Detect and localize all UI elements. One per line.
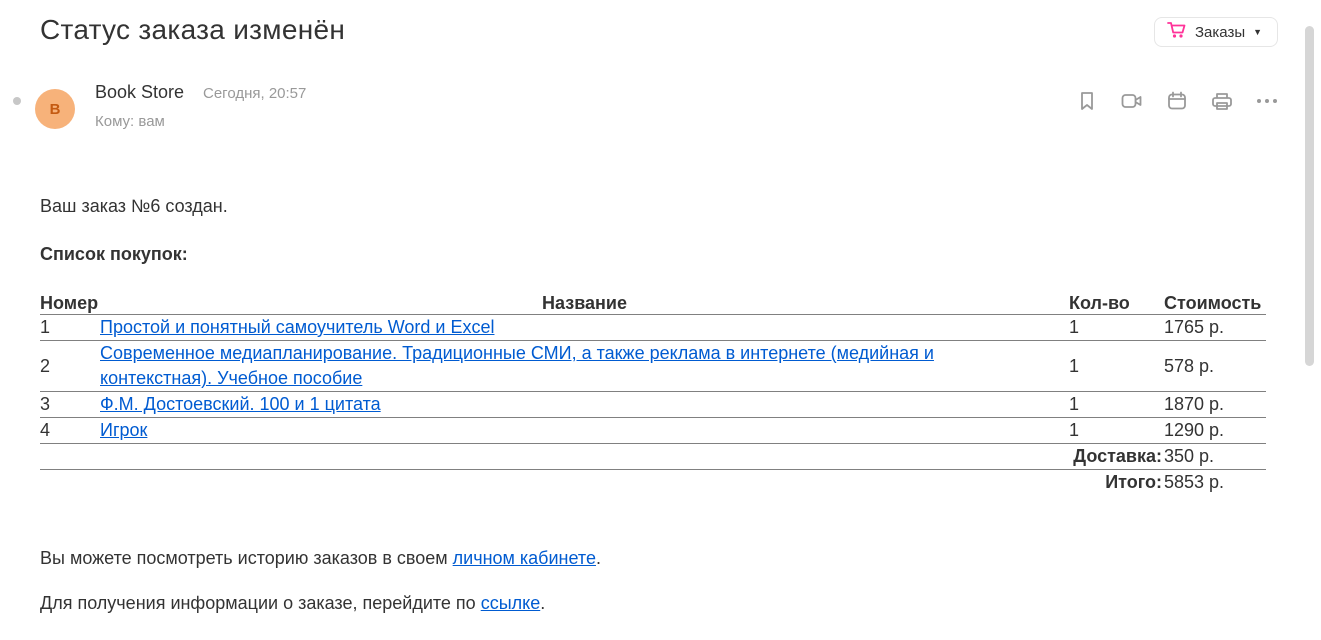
delivery-value: 350 р. bbox=[1164, 443, 1266, 470]
order-info-text: Для получения информации о заказе, перей… bbox=[40, 590, 1266, 616]
message-body: Ваш заказ №6 создан. Список покупок: Ном… bbox=[40, 193, 1266, 616]
order-created-text: Ваш заказ №6 создан. bbox=[40, 196, 228, 216]
sender-name[interactable]: Book Store bbox=[95, 82, 184, 103]
table-row: 1 Простой и понятный самоучитель Word и … bbox=[40, 314, 1266, 341]
unread-indicator[interactable] bbox=[13, 97, 21, 105]
bookmark-icon[interactable] bbox=[1076, 89, 1098, 113]
row-qty: 1 bbox=[1069, 340, 1164, 392]
row-number: 3 bbox=[40, 391, 100, 418]
history-text: Вы можете посмотреть историю заказов в с… bbox=[40, 548, 453, 568]
account-link[interactable]: личном кабинете bbox=[453, 548, 596, 568]
cart-icon bbox=[1167, 21, 1187, 44]
product-link[interactable]: Современное медиапланирование. Традицион… bbox=[100, 343, 934, 388]
row-number: 4 bbox=[40, 417, 100, 444]
header-number: Номер bbox=[40, 289, 100, 315]
folder-badge[interactable]: Заказы ▼ bbox=[1154, 17, 1278, 47]
video-call-icon[interactable] bbox=[1121, 89, 1143, 113]
row-number: 1 bbox=[40, 314, 100, 341]
total-value: 5853 р. bbox=[1164, 472, 1225, 492]
folder-label: Заказы bbox=[1195, 23, 1246, 41]
avatar: B bbox=[35, 89, 75, 129]
header-qty: Кол-во bbox=[1069, 289, 1164, 315]
chevron-down-icon: ▼ bbox=[1253, 27, 1263, 37]
product-link[interactable]: Ф.М. Достоевский. 100 и 1 цитата bbox=[100, 394, 381, 414]
row-cost: 1765 р. bbox=[1164, 314, 1266, 341]
row-cost: 1290 р. bbox=[1164, 417, 1266, 444]
recipient-line: Кому: вам bbox=[95, 113, 165, 130]
calendar-icon[interactable] bbox=[1166, 89, 1188, 113]
order-history-text: Вы можете посмотреть историю заказов в с… bbox=[40, 545, 1266, 571]
order-info-link[interactable]: ссылке bbox=[481, 593, 541, 613]
table-row: 2 Современное медиапланирование. Традици… bbox=[40, 340, 1266, 392]
total-row: Итого: 5853 р. bbox=[40, 470, 1266, 496]
delivery-label: Доставка: bbox=[1069, 443, 1164, 470]
row-number: 2 bbox=[40, 340, 100, 392]
header-cost: Стоимость bbox=[1164, 289, 1266, 315]
row-qty: 1 bbox=[1069, 314, 1164, 341]
table-row: 3 Ф.М. Достоевский. 100 и 1 цитата 1 187… bbox=[40, 391, 1266, 418]
table-row: 4 Игрок 1 1290 р. bbox=[40, 417, 1266, 444]
row-cost: 578 р. bbox=[1164, 340, 1266, 392]
purchase-list-heading: Список покупок: bbox=[40, 244, 188, 264]
more-icon[interactable] bbox=[1256, 89, 1278, 113]
scrollbar[interactable] bbox=[1305, 26, 1314, 366]
product-link[interactable]: Простой и понятный самоучитель Word и Ex… bbox=[100, 317, 494, 337]
table-header-row: Номер Название Кол-во Стоимость bbox=[40, 289, 1266, 315]
info-text: Для получения информации о заказе, перей… bbox=[40, 593, 481, 613]
product-link[interactable]: Игрок bbox=[100, 420, 147, 440]
message-date: Сегодня, 20:57 bbox=[203, 85, 307, 102]
delivery-row: Доставка: 350 р. bbox=[40, 443, 1266, 470]
print-icon[interactable] bbox=[1211, 89, 1233, 113]
row-qty: 1 bbox=[1069, 417, 1164, 444]
order-table: Номер Название Кол-во Стоимость 1 Просто… bbox=[40, 289, 1266, 495]
info-text-end: . bbox=[540, 593, 546, 613]
total-label: Итого: bbox=[1105, 472, 1162, 492]
history-text-end: . bbox=[595, 548, 601, 568]
row-qty: 1 bbox=[1069, 391, 1164, 418]
message-toolbar bbox=[1076, 89, 1278, 113]
row-cost: 1870 р. bbox=[1164, 391, 1266, 418]
header-name: Название bbox=[100, 289, 1069, 315]
email-subject: Статус заказа изменён bbox=[40, 14, 346, 45]
